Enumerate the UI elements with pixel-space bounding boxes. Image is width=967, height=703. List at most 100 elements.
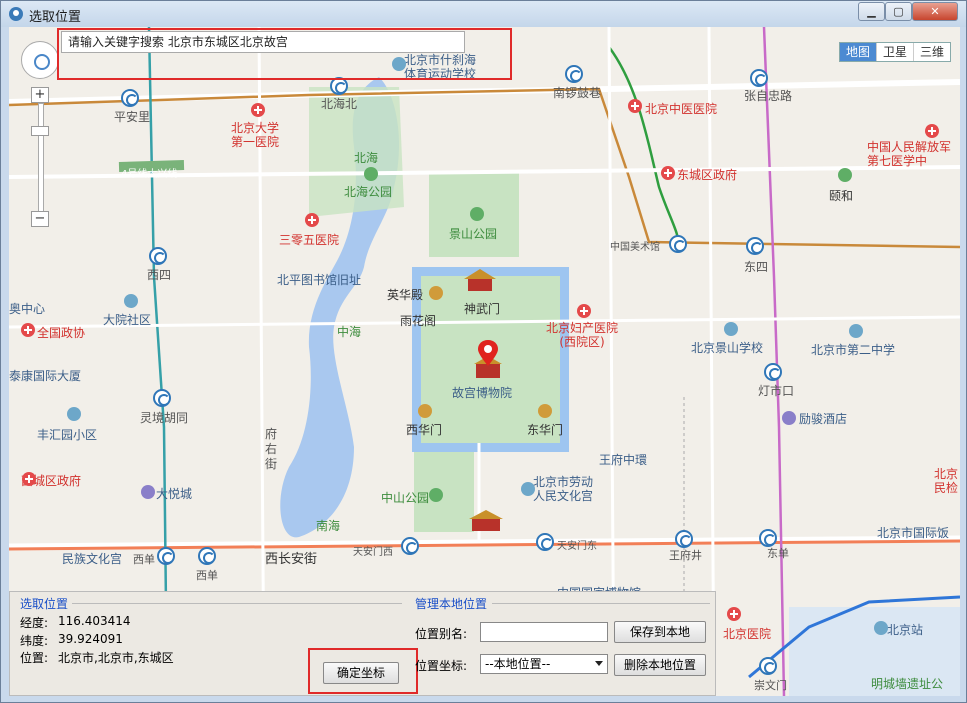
metro-station-icon <box>401 537 419 555</box>
map-label-mingcheng: 明城墙遗址公 <box>871 677 944 691</box>
map-label-meishuguan: 中国美术馆 <box>610 242 660 253</box>
map-label-international: 北京市国际饭 <box>877 526 950 540</box>
map-type-map[interactable]: 地图 <box>840 43 878 61</box>
metro-station-icon <box>153 389 171 407</box>
map-label-dongdan: 东单 <box>767 547 789 560</box>
zoom-slider-handle[interactable] <box>31 126 49 136</box>
government-icon <box>22 472 36 486</box>
close-button[interactable]: ✕ <box>912 2 958 21</box>
hospital-icon <box>21 323 35 337</box>
chevron-down-icon <box>595 661 603 666</box>
map-label-line4: 4号线大兴线 <box>121 169 178 180</box>
map-label-xidan: 西单 <box>133 553 155 566</box>
divider <box>492 603 710 604</box>
local-location-select[interactable]: --本地位置-- <box>480 654 608 674</box>
zoom-slider[interactable] <box>38 103 44 221</box>
map-label-nanluoguxiang: 南锣鼓巷 <box>553 86 602 100</box>
map-label-beihai-park: 北海公园 <box>344 185 393 199</box>
save-local-button[interactable]: 保存到本地 <box>614 621 706 643</box>
position-value: 北京市,北京市,东城区 <box>58 651 174 665</box>
maximize-button[interactable]: ▢ <box>885 2 912 21</box>
school-icon <box>849 324 863 338</box>
map-label-xihuamen: 西华门 <box>406 423 443 437</box>
map-type-satellite[interactable]: 卫星 <box>877 43 915 61</box>
map-label-shenwu: 神武门 <box>464 302 501 316</box>
hospital-icon <box>577 304 591 318</box>
position-label: 位置: <box>20 651 49 665</box>
map-label-beihaibei: 北海北 <box>321 97 358 111</box>
map-label-dongsi: 东四 <box>744 260 769 274</box>
museum-icon <box>521 482 535 496</box>
map-label-tiananmenxi: 天安门西 <box>353 547 393 558</box>
pan-control[interactable] <box>21 41 59 79</box>
metro-station-icon <box>759 529 777 547</box>
temple-icon <box>538 404 552 418</box>
location-picker-window: 选取位置 ▁ ▢ ✕ 北京市什刹海 体育运动学校 北海北 南锣鼓巷 张自忠路 平… <box>0 0 967 703</box>
map-label-pinganli: 平安里 <box>114 110 151 124</box>
tiananmen-landmark-icon <box>469 510 503 531</box>
map-label-jingshan-school: 北京景山学校 <box>691 341 764 355</box>
map-label-jingshan: 景山公园 <box>449 227 498 241</box>
bottom-panel: 选取位置 经度: 116.403414 纬度: 39.924091 位置: 北京… <box>9 591 716 696</box>
alias-label: 位置别名: <box>415 627 468 641</box>
school-icon <box>724 322 738 336</box>
map-label-chongwenmen: 崇文门 <box>754 679 787 692</box>
map-label-yinghua: 英华殿 <box>387 288 424 302</box>
map-label-beijing-min: 北京 民检 <box>934 467 959 495</box>
latitude-label: 纬度: <box>20 634 49 648</box>
map-label-aozhongxin: 奥中心 <box>9 302 46 316</box>
map-pin-icon <box>9 7 23 21</box>
map-type-3d[interactable]: 三维 <box>914 43 950 61</box>
map-type-switcher: 地图 卫星 三维 <box>839 42 952 62</box>
hospital-icon <box>628 99 642 113</box>
confirm-coordinates-button[interactable]: 确定坐标 <box>323 662 399 684</box>
map-label-zhangzilu: 张自忠路 <box>744 89 793 103</box>
latitude-value: 39.924091 <box>58 632 123 646</box>
map-label-taikang: 泰康国际大厦 <box>9 369 82 383</box>
metro-line-5 <box>762 27 786 696</box>
map-label-zhonghai: 中海 <box>337 325 362 339</box>
map-label-fengyuan: 丰汇园小区 <box>37 428 98 442</box>
title-bar: 选取位置 ▁ ▢ ✕ <box>1 1 966 27</box>
map-label-xisi: 西四 <box>147 268 172 282</box>
alias-input[interactable] <box>480 622 608 642</box>
map-label-xidan-south: 西单 <box>196 569 218 582</box>
minimize-button[interactable]: ▁ <box>858 2 885 21</box>
map-label-dayue: 大悦城 <box>156 487 193 501</box>
metro-station-icon <box>198 547 216 565</box>
longitude-value: 116.403414 <box>58 614 131 628</box>
map-label-lingjing: 灵境胡同 <box>140 411 189 425</box>
search-input[interactable]: 请输入关键字搜索 北京市东城区北京故宫 <box>61 31 465 53</box>
map-label-beijing-station: 北京站 <box>887 623 924 637</box>
station-icon <box>874 621 888 635</box>
metro-station-icon <box>746 237 764 255</box>
map-label-tiananmendong: 天安门东 <box>557 541 597 552</box>
park-icon <box>838 168 852 182</box>
delete-local-button[interactable]: 删除本地位置 <box>614 654 706 676</box>
metro-station-icon <box>121 89 139 107</box>
map-label-yuhuage: 雨花阁 <box>400 314 437 328</box>
zoom-out-button[interactable]: − <box>31 211 49 227</box>
local-location-select-value: --本地位置-- <box>485 657 551 671</box>
hospital-icon <box>305 213 319 227</box>
metro-station-icon <box>669 235 687 253</box>
location-marker-icon[interactable] <box>472 340 504 380</box>
map-label-dayuan: 大院社区 <box>103 313 152 327</box>
zoom-in-button[interactable]: + <box>31 87 49 103</box>
map-label-xichang: 西长安街 <box>265 552 318 567</box>
map-label-tcm-hospital: 北京中医医院 <box>645 102 718 116</box>
map-label-quanguozx: 全国政协 <box>37 326 86 340</box>
map-label-no2-school: 北京市第二中学 <box>811 343 896 357</box>
metro-station-icon <box>149 247 167 265</box>
metro-station-icon <box>750 69 768 87</box>
map-label-nanhai: 南海 <box>316 519 341 533</box>
metro-station-icon <box>536 533 554 551</box>
map-label-donghuamen: 东华门 <box>527 423 564 437</box>
map-label-fuyoujie: 府 右 街 <box>265 427 278 471</box>
coord-label: 位置坐标: <box>415 659 468 673</box>
map-label-lijun: 励骏酒店 <box>799 412 848 426</box>
window-title: 选取位置 <box>29 10 82 25</box>
divider <box>72 603 402 604</box>
map-label-beihai: 北海 <box>354 151 379 165</box>
park-icon <box>429 488 443 502</box>
